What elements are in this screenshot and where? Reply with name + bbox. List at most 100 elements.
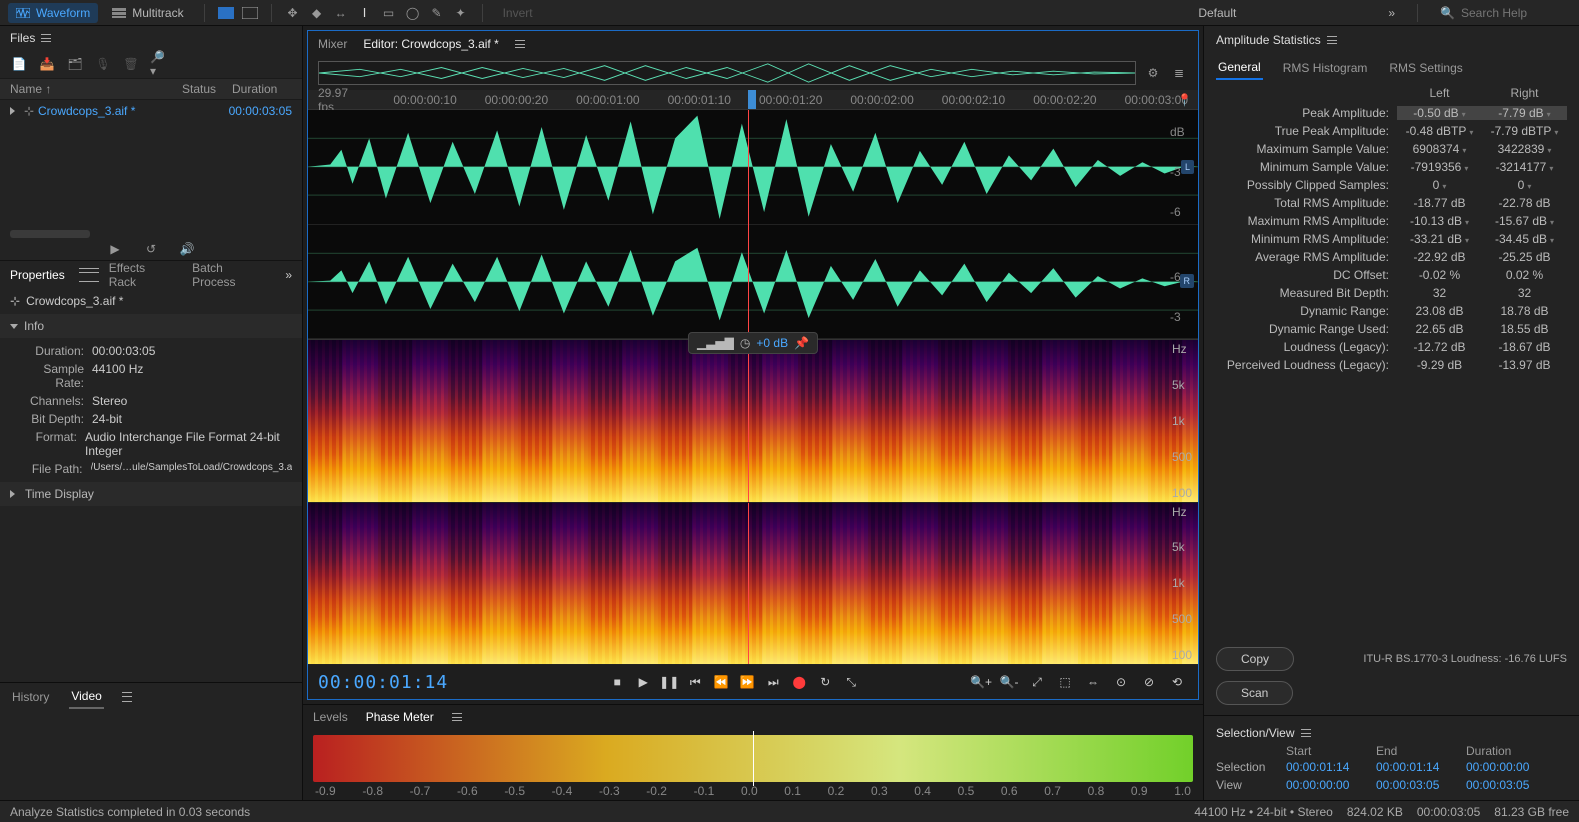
stat-left-value[interactable]: 0 (1397, 178, 1482, 192)
zoom-in-icon[interactable]: 🔍+ (970, 671, 992, 693)
tab-rms-settings[interactable]: RMS Settings (1387, 57, 1464, 79)
stat-right-value[interactable]: 3422839 (1482, 142, 1567, 156)
open-file-icon[interactable]: 📄 (10, 55, 28, 73)
more-tabs-icon[interactable]: » (275, 262, 302, 288)
panel-menu-icon[interactable] (452, 713, 462, 721)
panel-menu-icon[interactable] (122, 692, 132, 702)
lasso-tool-icon[interactable]: ◯ (404, 4, 422, 22)
overview-list-icon[interactable]: ≣ (1170, 64, 1188, 82)
panel-menu-icon[interactable] (79, 268, 99, 282)
stat-right-value[interactable]: 18.78 dB (1482, 304, 1567, 318)
zoom-in-point-icon[interactable]: ⊙ (1110, 671, 1132, 693)
stat-right-value[interactable]: 0 (1482, 178, 1567, 192)
phase-meter-bar[interactable] (313, 735, 1193, 782)
record-button[interactable]: ⬤ (788, 671, 810, 693)
spectral-channel-right[interactable]: Hz 5k 1k 500 100 (308, 503, 1198, 666)
pitch-display-toggle-icon[interactable] (241, 4, 259, 22)
stat-right-value[interactable]: -15.67 dB (1482, 214, 1567, 228)
pin-icon[interactable]: 📌 (794, 336, 809, 350)
workspace-more-icon[interactable]: » (1388, 6, 1395, 20)
move-tool-icon[interactable]: ✥ (284, 4, 302, 22)
time-selection-tool-icon[interactable]: Ⅰ (356, 4, 374, 22)
forward-button[interactable]: ⏩ (736, 671, 758, 693)
spectral-display[interactable]: Hz 5k 1k 500 100 Hz 5k 1k 500 (308, 340, 1198, 665)
zoom-in-time-icon[interactable]: ⇔ (1082, 671, 1104, 693)
playhead-line[interactable] (748, 340, 749, 502)
invert-button[interactable]: Invert (495, 6, 541, 20)
stat-right-value[interactable]: -13.97 dB (1482, 358, 1567, 372)
stop-button[interactable]: ■ (606, 671, 628, 693)
overview-track[interactable] (318, 61, 1136, 85)
waveform-channel-left[interactable]: L (308, 110, 1198, 225)
zoom-selection-icon[interactable]: ⬚ (1054, 671, 1076, 693)
tab-properties[interactable]: Properties (0, 262, 75, 288)
stat-right-value[interactable]: -7.79 dBTP (1482, 124, 1567, 138)
col-name[interactable]: Name ↑ (10, 82, 182, 96)
new-multitrack-icon[interactable]: 🗂 (66, 55, 84, 73)
view-dur[interactable]: 00:00:03:05 (1466, 778, 1556, 792)
files-columns-header[interactable]: Name ↑ Status Duration (0, 78, 302, 100)
expand-icon[interactable] (10, 107, 24, 115)
overview-options-icon[interactable]: ⚙ (1144, 64, 1162, 82)
zoom-reset-icon[interactable]: ⟲ (1166, 671, 1188, 693)
import-icon[interactable]: 📥 (38, 55, 56, 73)
search-help[interactable]: 🔍 (1440, 6, 1571, 20)
stat-right-value[interactable]: -3214177 (1482, 160, 1567, 174)
tab-levels[interactable]: Levels (313, 710, 348, 724)
selection-dur[interactable]: 00:00:00:00 (1466, 760, 1556, 774)
panel-menu-icon[interactable] (515, 40, 525, 48)
stat-left-value[interactable]: -0.50 dB (1397, 106, 1482, 120)
stat-left-value[interactable]: 23.08 dB (1397, 304, 1482, 318)
col-status[interactable]: Status (182, 82, 232, 96)
time-ruler[interactable]: 29.97 fps 00:00:00:10 00:00:00:20 00:00:… (308, 90, 1198, 110)
stat-left-value[interactable]: -0.02 % (1397, 268, 1482, 282)
tab-history[interactable]: History (10, 686, 51, 708)
zoom-full-icon[interactable]: ⤢ (1026, 671, 1048, 693)
stat-left-value[interactable]: -18.77 dB (1397, 196, 1482, 210)
tab-phase-meter[interactable]: Phase Meter (366, 710, 434, 724)
stat-right-value[interactable]: 32 (1482, 286, 1567, 300)
tab-video[interactable]: Video (69, 685, 103, 709)
playhead-marker[interactable] (748, 90, 756, 109)
tab-editor[interactable]: Editor: Crowdcops_3.aif * (363, 37, 498, 51)
zoom-out-point-icon[interactable]: ⊘ (1138, 671, 1160, 693)
view-end[interactable]: 00:00:03:05 (1376, 778, 1466, 792)
timedisplay-section-header[interactable]: Time Display (0, 482, 302, 506)
razor-tool-icon[interactable]: ◆ (308, 4, 326, 22)
skip-selection-button[interactable]: ⤡ (840, 671, 862, 693)
stat-left-value[interactable]: -12.72 dB (1397, 340, 1482, 354)
skip-back-button[interactable]: ⏮ (684, 671, 706, 693)
waveform-mode-button[interactable]: Waveform (8, 3, 98, 23)
selection-start[interactable]: 00:00:01:14 (1286, 760, 1376, 774)
stat-left-value[interactable]: 6908374 (1397, 142, 1482, 156)
files-hscroll[interactable] (10, 230, 90, 238)
stat-left-value[interactable]: -10.13 dB (1397, 214, 1482, 228)
spectral-display-toggle-icon[interactable] (217, 4, 235, 22)
stat-left-value[interactable]: -0.48 dBTP (1397, 124, 1482, 138)
marquee-tool-icon[interactable]: ▭ (380, 4, 398, 22)
tab-mixer[interactable]: Mixer (318, 37, 347, 51)
tab-rms-histogram[interactable]: RMS Histogram (1281, 57, 1370, 79)
rewind-button[interactable]: ⏪ (710, 671, 732, 693)
panel-menu-icon[interactable] (1327, 36, 1337, 44)
selection-end[interactable]: 00:00:01:14 (1376, 760, 1466, 774)
scan-button[interactable]: Scan (1216, 681, 1293, 705)
stat-left-value[interactable]: -9.29 dB (1397, 358, 1482, 372)
stat-left-value[interactable]: -33.21 dB (1397, 232, 1482, 246)
tab-general[interactable]: General (1216, 56, 1263, 80)
multitrack-mode-button[interactable]: Multitrack (104, 3, 191, 23)
stat-left-value[interactable]: -7919356 (1397, 160, 1482, 174)
trash-icon[interactable]: 🗑 (122, 55, 140, 73)
search-input[interactable] (1461, 6, 1571, 20)
playhead-line[interactable] (748, 110, 749, 339)
play-button[interactable]: ▶ (632, 671, 654, 693)
record-file-icon[interactable]: 🎙 (94, 55, 112, 73)
stat-right-value[interactable]: -25.25 dB (1482, 250, 1567, 264)
skip-fwd-button[interactable]: ⏭ (762, 671, 784, 693)
col-duration[interactable]: Duration (232, 82, 292, 96)
stat-left-value[interactable]: 32 (1397, 286, 1482, 300)
stat-right-value[interactable]: 18.55 dB (1482, 322, 1567, 336)
stat-right-value[interactable]: -34.45 dB (1482, 232, 1567, 246)
overview-strip[interactable]: ⚙ ≣ (308, 56, 1198, 90)
pause-button[interactable]: ❚❚ (658, 671, 680, 693)
